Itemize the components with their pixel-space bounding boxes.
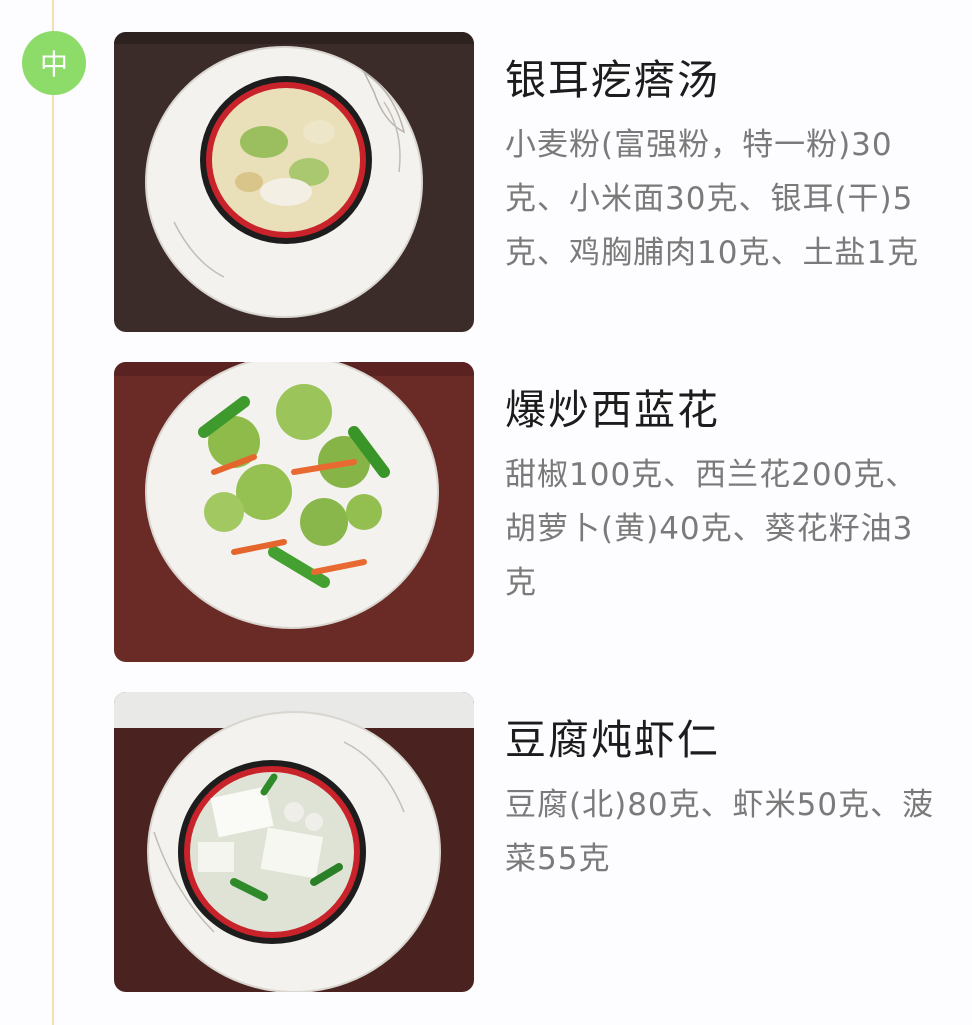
dish-card: 豆腐炖虾仁 豆腐(北)80克、虾米50克、菠菜55克: [114, 692, 944, 992]
meal-badge: 中: [22, 31, 86, 95]
dish-photo: [114, 32, 474, 332]
dish-ingredients: 豆腐(北)80克、虾米50克、菠菜55克: [505, 787, 935, 877]
dish-card: 银耳疙瘩汤 小麦粉(富强粉，特一粉)30克、小米面30克、银耳(干)5克、鸡胸脯…: [114, 32, 944, 332]
dish-title: 豆腐炖虾仁: [505, 716, 720, 764]
dish-card: 爆炒西蓝花 甜椒100克、西兰花200克、胡萝卜(黄)40克、葵花籽油3克: [114, 362, 944, 662]
dish-ingredients: 甜椒100克、西兰花200克、胡萝卜(黄)40克、葵花籽油3克: [505, 457, 918, 601]
dish-title: 爆炒西蓝花: [505, 386, 720, 434]
dish-ingredients: 小麦粉(富强粉，特一粉)30克、小米面30克、银耳(干)5克、鸡胸脯肉10克、土…: [505, 127, 920, 271]
dish-photo: [114, 362, 474, 662]
dish-title: 银耳疙瘩汤: [505, 56, 720, 104]
dish-photo: [114, 692, 474, 992]
timeline-line: [52, 0, 54, 1025]
